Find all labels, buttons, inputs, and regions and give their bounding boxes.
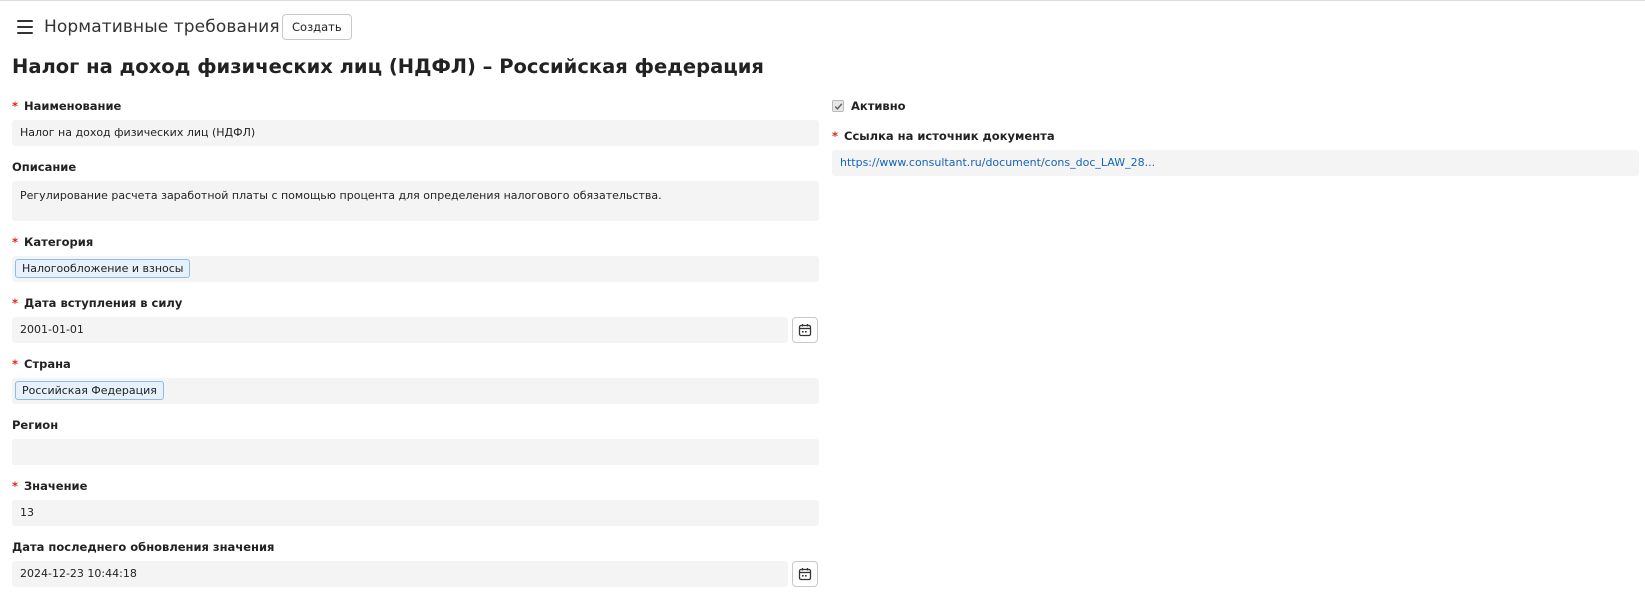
- hamburger-menu-icon[interactable]: [17, 20, 33, 34]
- value-updated-value: 2024-12-23 10:44:18: [20, 567, 137, 580]
- page-title: Налог на доход физических лиц (НДФЛ) – Р…: [12, 55, 764, 78]
- effective-date-label-text: Дата вступления в силу: [24, 296, 183, 310]
- effective-date-calendar-button[interactable]: [792, 317, 818, 343]
- checkmark-icon: [834, 103, 843, 110]
- required-marker: *: [12, 479, 19, 493]
- active-label: Активно: [851, 99, 906, 113]
- required-marker: *: [12, 357, 19, 371]
- description-value: Регулирование расчета заработной платы с…: [20, 189, 662, 202]
- description-label: Описание: [12, 160, 77, 174]
- country-field[interactable]: Российская Федерация: [12, 378, 819, 404]
- calendar-icon: [798, 324, 812, 337]
- description-field[interactable]: Регулирование расчета заработной платы с…: [12, 181, 819, 221]
- required-marker: *: [12, 235, 19, 249]
- value-updated-calendar-button[interactable]: [792, 561, 818, 587]
- category-tag[interactable]: Налогообложение и взносы: [15, 258, 191, 278]
- country-label-text: Страна: [24, 357, 71, 371]
- name-label: * Наименование: [12, 99, 121, 113]
- value-value: 13: [20, 506, 34, 519]
- region-field[interactable]: [12, 439, 819, 465]
- category-label: * Категория: [12, 235, 93, 249]
- name-label-text: Наименование: [24, 99, 122, 113]
- value-label-text: Значение: [24, 479, 88, 493]
- effective-date-value: 2001-01-01: [20, 323, 84, 336]
- calendar-icon: [798, 568, 812, 581]
- required-marker: *: [832, 129, 839, 143]
- source-link-label-text: Ссылка на источник документа: [844, 129, 1055, 143]
- value-updated-field[interactable]: 2024-12-23 10:44:18: [12, 561, 788, 587]
- name-value: Налог на доход физических лиц (НДФЛ): [20, 126, 256, 139]
- country-label: * Страна: [12, 357, 71, 371]
- effective-date-field[interactable]: 2001-01-01: [12, 317, 788, 343]
- name-field[interactable]: Налог на доход физических лиц (НДФЛ): [12, 120, 819, 146]
- top-bar: Нормативные требования Создать: [0, 1, 1645, 53]
- app-title: Нормативные требования: [44, 17, 280, 37]
- create-button[interactable]: Создать: [282, 14, 352, 40]
- country-tag[interactable]: Российская Федерация: [15, 380, 164, 400]
- required-marker: *: [12, 296, 19, 310]
- value-label: * Значение: [12, 479, 87, 493]
- value-updated-label: Дата последнего обновления значения: [12, 540, 275, 554]
- value-field[interactable]: 13: [12, 500, 819, 526]
- source-link-label: * Ссылка на источник документа: [832, 129, 1055, 143]
- source-link-field[interactable]: https://www.consultant.ru/document/cons_…: [832, 150, 1639, 176]
- effective-date-label: * Дата вступления в силу: [12, 296, 182, 310]
- category-field[interactable]: Налогообложение и взносы: [12, 256, 819, 282]
- required-marker: *: [12, 99, 19, 113]
- region-label: Регион: [12, 418, 59, 432]
- active-checkbox[interactable]: [832, 100, 844, 112]
- category-label-text: Категория: [24, 235, 94, 249]
- source-link[interactable]: https://www.consultant.ru/document/cons_…: [840, 156, 1155, 169]
